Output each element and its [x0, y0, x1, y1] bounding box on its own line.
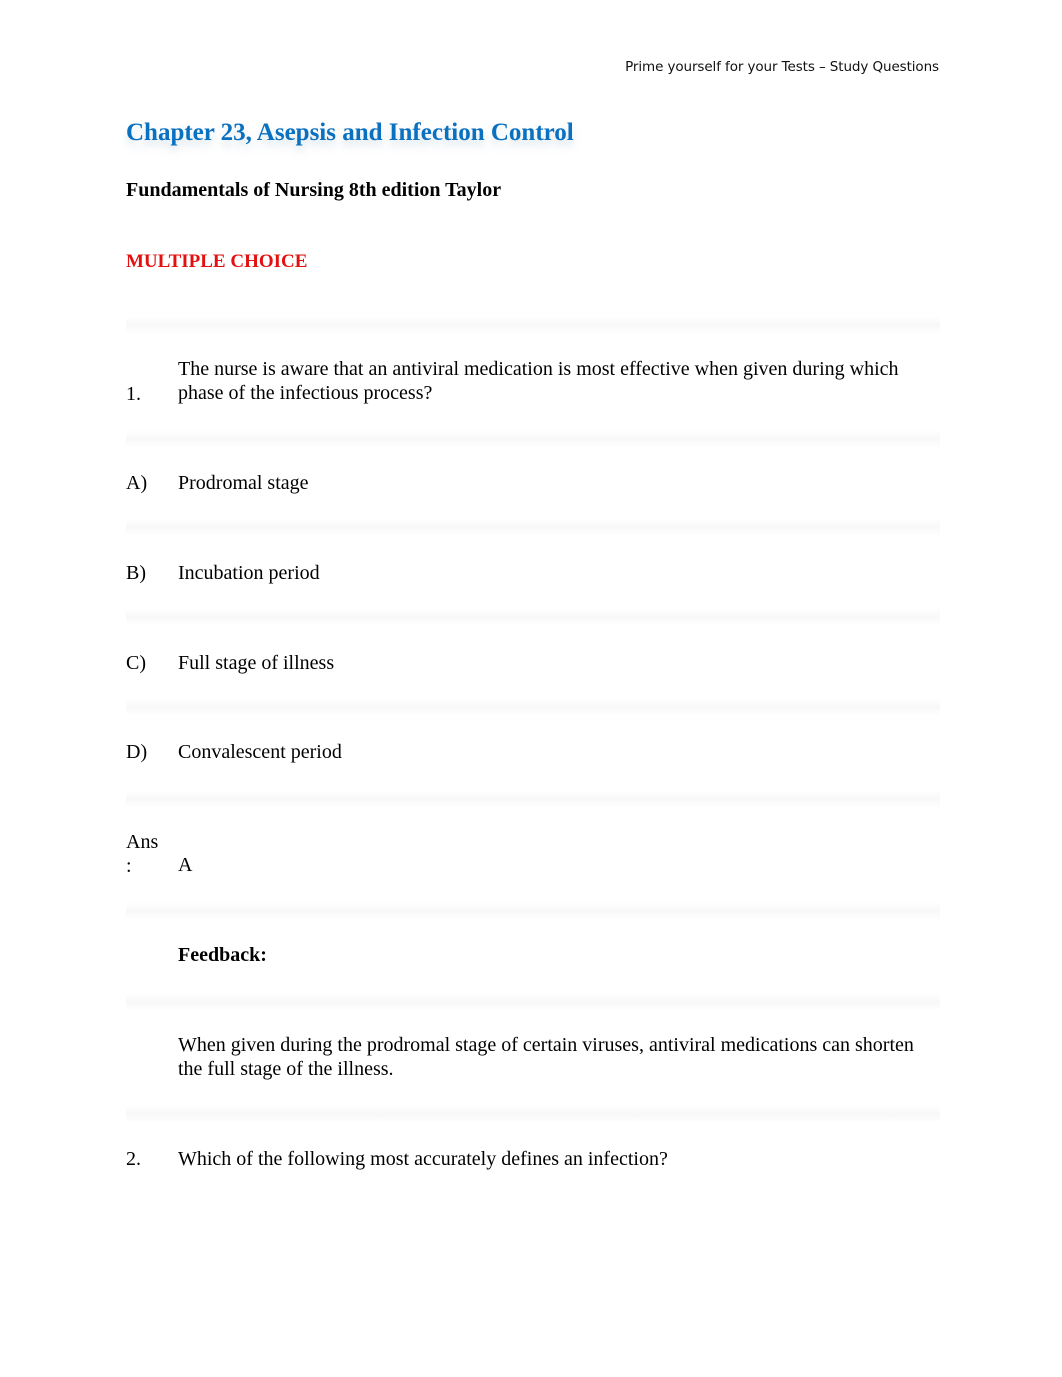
option-label: B): [126, 562, 146, 584]
answer-label-line1: Ans: [126, 831, 159, 853]
option-label: D): [126, 741, 148, 763]
feedback-text: When given during the prodromal stage of…: [178, 1034, 914, 1080]
option-text: Prodromal stage: [178, 472, 309, 494]
row-separator: [126, 902, 940, 920]
option-text: Incubation period: [178, 562, 320, 584]
row-separator: [126, 1105, 940, 1123]
row-separator: [126, 316, 940, 334]
option-label: A): [126, 472, 148, 494]
row-separator: [126, 518, 940, 536]
question-text: The nurse is aware that an antiviral med…: [178, 358, 899, 404]
page-header-note: Prime yourself for your Tests – Study Qu…: [625, 59, 939, 75]
row-separator: [126, 430, 940, 448]
book-subtitle: Fundamentals of Nursing 8th edition Tayl…: [126, 179, 502, 201]
option-text: Convalescent period: [178, 741, 342, 763]
row-separator: [126, 698, 940, 716]
feedback-label: Feedback:: [178, 944, 267, 966]
section-heading: MULTIPLE CHOICE: [126, 251, 308, 272]
row-separator: [126, 608, 940, 626]
question-number: 1.: [126, 383, 141, 405]
row-separator: [126, 790, 940, 808]
option-text: Full stage of illness: [178, 652, 335, 674]
question-number: 2.: [126, 1148, 141, 1170]
answer-value: A: [178, 854, 193, 876]
question-text: Which of the following most accurately d…: [178, 1148, 668, 1170]
answer-label-line2: :: [126, 855, 132, 877]
option-label: C): [126, 652, 146, 674]
answer-label: Ans :: [126, 830, 158, 878]
row-separator: [126, 993, 940, 1011]
chapter-title: Chapter 23, Asepsis and Infection Contro…: [126, 119, 574, 146]
